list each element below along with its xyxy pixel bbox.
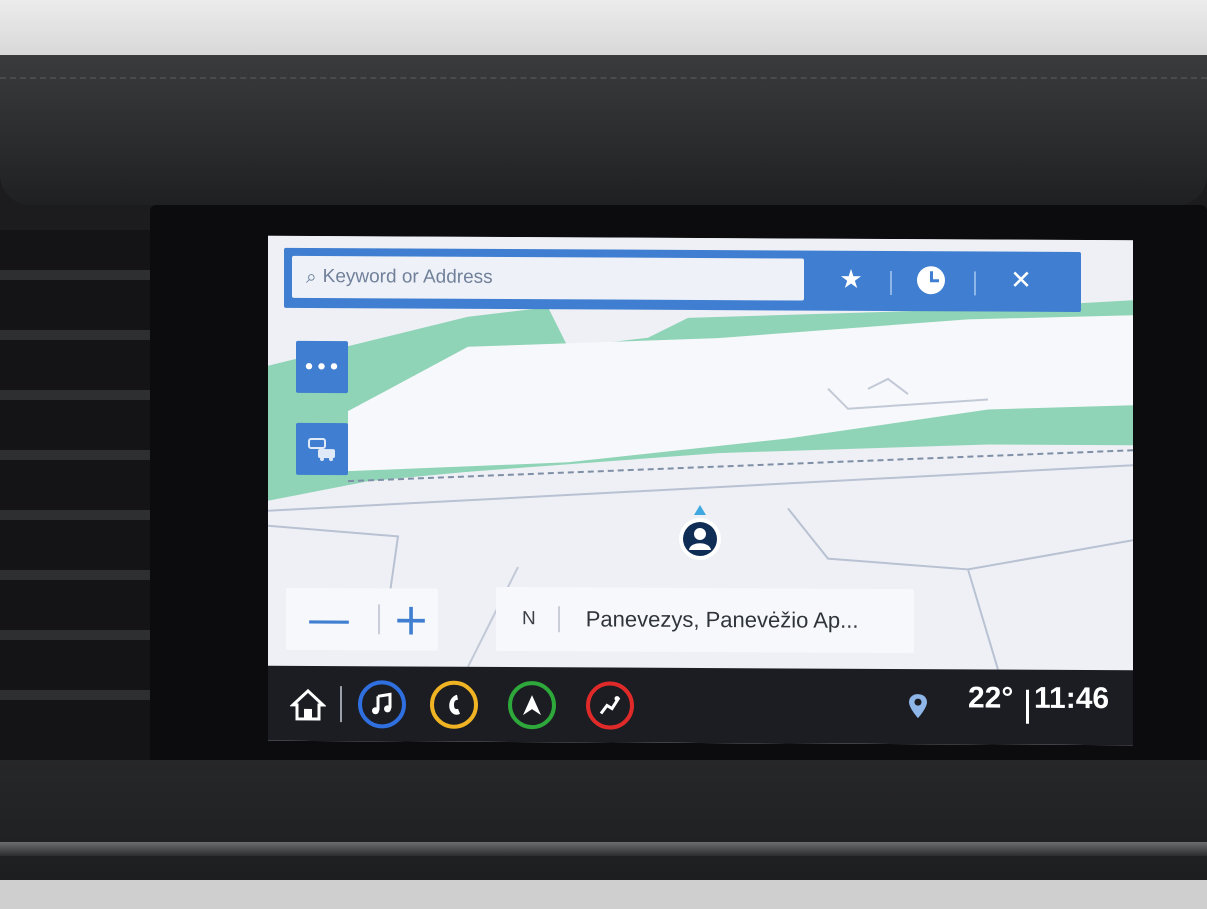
traffic-cars-icon — [308, 437, 335, 462]
traffic-button[interactable] — [296, 422, 348, 476]
separator — [974, 271, 976, 296]
vehicle-marker-icon — [679, 504, 721, 560]
separator — [1026, 689, 1029, 724]
air-vent — [0, 230, 150, 770]
separator — [890, 270, 892, 296]
search-input[interactable]: ⌕ Keyword or Address — [292, 255, 804, 301]
vehicle-position-marker — [676, 503, 724, 563]
navigation-arrow-icon — [523, 695, 541, 716]
compass-heading[interactable]: N — [522, 608, 536, 630]
recent-destinations-button[interactable] — [904, 259, 958, 301]
background-floor — [0, 880, 1207, 909]
search-icon: ⌕ — [306, 265, 317, 288]
background-wall — [0, 0, 1207, 62]
separator — [557, 606, 560, 633]
current-address: Panevezys, Panevėžio Ap... — [585, 606, 859, 633]
location-pin-icon — [909, 694, 927, 719]
zoom-out-button[interactable]: — — [292, 588, 366, 650]
navigation-app-button[interactable] — [508, 680, 556, 730]
zoom-in-button[interactable]: + — [374, 588, 448, 650]
phone-app-button[interactable] — [430, 680, 478, 729]
zoom-control: — + — [286, 587, 438, 651]
outside-temperature: 22° — [968, 681, 1014, 715]
infotainment-screen: ⌕ Keyword or Address ★ ✕ ••• — + N Panev… — [268, 235, 1133, 746]
clock-time: 11:46 — [1034, 681, 1110, 716]
phone-icon — [449, 694, 460, 715]
clock-icon — [917, 266, 945, 295]
seat-app-button[interactable] — [586, 681, 634, 730]
search-placeholder: Keyword or Address — [322, 266, 493, 288]
chrome-trim — [0, 842, 1207, 856]
close-button[interactable]: ✕ — [994, 260, 1048, 302]
more-options-button[interactable]: ••• — [296, 340, 348, 394]
status-bar: 22° 11:46 — [268, 665, 1133, 746]
star-icon: ★ — [839, 264, 863, 295]
separator — [340, 686, 342, 723]
current-location-bar[interactable]: N Panevezys, Panevėžio Ap... — [496, 586, 914, 654]
search-bar: ⌕ Keyword or Address ★ ✕ — [284, 247, 1081, 312]
more-options-icon: ••• — [303, 356, 341, 378]
music-app-button[interactable] — [358, 680, 406, 729]
favorites-button[interactable]: ★ — [824, 259, 878, 301]
home-icon[interactable] — [290, 688, 326, 722]
dashboard-top — [0, 55, 1207, 205]
seat-icon — [599, 696, 621, 715]
music-note-icon — [372, 692, 392, 715]
close-icon: ✕ — [1010, 265, 1032, 296]
